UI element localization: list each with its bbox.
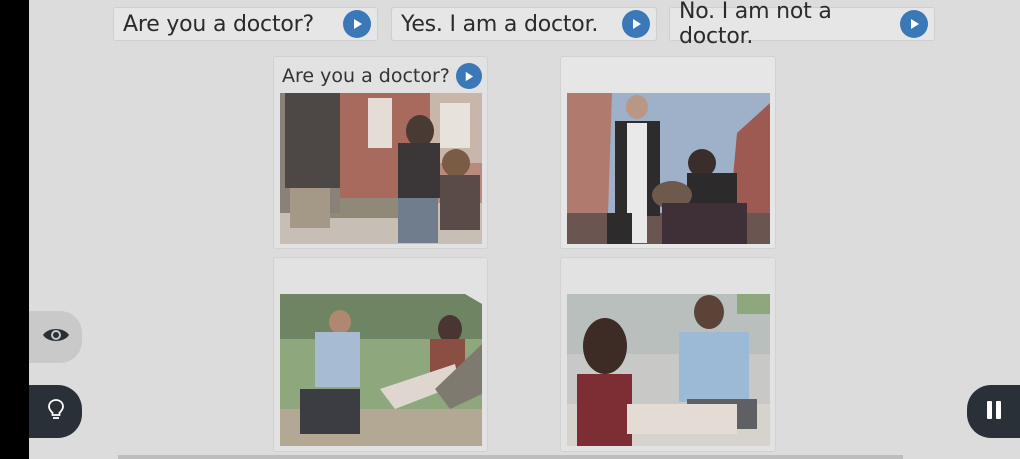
phrase-option-label: Are you a doctor? (123, 11, 314, 37)
phrase-option-label: Yes. I am a doctor. (401, 11, 599, 37)
picture-card-3[interactable] (273, 257, 488, 452)
play-icon[interactable] (343, 10, 371, 38)
picture-card-4[interactable] (560, 257, 776, 452)
photo-doctor-with-patient (567, 93, 770, 244)
phrase-option-label: No. I am not a doctor. (679, 0, 832, 49)
play-icon[interactable] (455, 63, 482, 89)
progress-track (118, 455, 903, 459)
photo-street-conversation (280, 93, 482, 244)
card-caption-text: Are you a doctor? (282, 65, 450, 87)
phrase-option-2[interactable]: Yes. I am a doctor. (391, 7, 657, 41)
play-icon[interactable] (900, 10, 928, 38)
picture-card-1[interactable]: Are you a doctor? (273, 56, 488, 249)
picture-card-2[interactable] (560, 56, 776, 249)
eye-icon (42, 326, 70, 348)
reveal-toggle-button[interactable] (29, 311, 82, 363)
photo-man-helping-woman-park (280, 294, 482, 446)
lightbulb-icon (47, 398, 65, 426)
play-icon[interactable] (622, 10, 650, 38)
phrase-option-1[interactable]: Are you a doctor? (113, 7, 378, 41)
hint-button[interactable] (29, 385, 82, 438)
phrase-option-3[interactable]: No. I am not a doctor. (669, 0, 935, 49)
photo-man-woman-sitting (567, 294, 770, 446)
pause-icon (986, 400, 1002, 423)
pause-button[interactable] (967, 385, 1020, 438)
left-edge-bar (0, 0, 29, 459)
card-caption: Are you a doctor? (282, 63, 482, 89)
